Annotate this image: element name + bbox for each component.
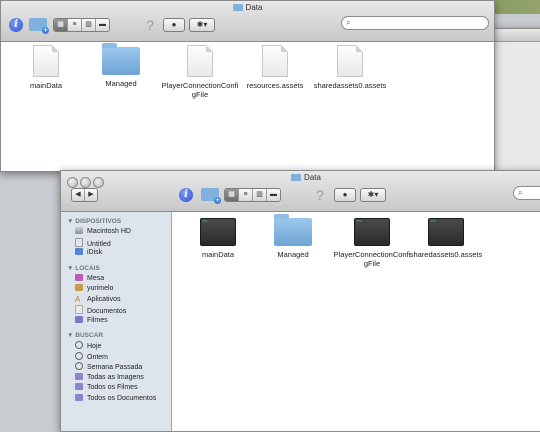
folder-icon: [102, 43, 140, 75]
sidebar-item-hoje[interactable]: Hoje: [75, 341, 171, 352]
sidebar-item-untitled[interactable]: Untitled: [75, 237, 171, 249]
titlebar[interactable]: Data i ▦ ≡ ▥ ▬ ? ● ✱▾ ⌕: [1, 1, 494, 42]
list-view-icon[interactable]: ≡: [239, 188, 253, 201]
documents-icon: [75, 305, 83, 314]
icon-view-icon[interactable]: ▦: [225, 188, 239, 201]
file-item[interactable]: Managed: [84, 43, 158, 88]
file-area[interactable]: mainData Managed PlayerConnectionConfigF…: [1, 42, 494, 171]
action-gear-button[interactable]: ✱▾: [360, 187, 386, 202]
smart-folder-icon: [75, 372, 83, 380]
view-mode-selector[interactable]: ▦ ≡ ▥ ▬: [53, 17, 110, 32]
sidebar-item-aplicativos[interactable]: A Aplicativos: [75, 295, 171, 306]
sidebar-item-mesa[interactable]: Mesa: [75, 273, 171, 285]
document-icon: [337, 45, 363, 77]
sidebar-item-todos-filmes[interactable]: Todos os Filmes: [75, 383, 171, 394]
clock-icon: [75, 351, 83, 360]
info-icon[interactable]: i: [9, 17, 23, 32]
coverflow-view-icon[interactable]: ▬: [267, 188, 280, 201]
disk-icon: [75, 237, 83, 247]
list-view-icon[interactable]: ≡: [68, 18, 82, 31]
file-label: mainData: [29, 81, 63, 90]
desktop-icon: [75, 273, 83, 281]
forward-button[interactable]: ▶: [85, 188, 97, 201]
new-folder-icon[interactable]: [201, 188, 221, 205]
icon-view-icon[interactable]: ▦: [54, 18, 68, 31]
document-icon: [187, 45, 213, 77]
sidebar-item-ontem[interactable]: Ontem: [75, 351, 171, 363]
back-forward-buttons[interactable]: ◀ ▶: [71, 187, 98, 202]
document-icon: [33, 45, 59, 77]
file-label: sharedassets0.assets: [313, 81, 387, 90]
hard-drive-icon: [75, 227, 83, 234]
file-item[interactable]: sharedassets0.assets: [409, 216, 483, 259]
finder-body: ▼ DISPOSITIVOS Macintosh HD Untitled iDi…: [61, 212, 540, 431]
sidebar-item-idisk[interactable]: iDisk: [75, 248, 171, 259]
finder-window-back[interactable]: Data i ▦ ≡ ▥ ▬ ? ● ✱▾ ⌕ mainData Managed: [0, 0, 495, 172]
help-icon[interactable]: ?: [143, 17, 157, 33]
smart-folder-icon: [75, 383, 83, 390]
background-window-edge[interactable]: [494, 28, 540, 180]
file-label: resources.assets: [246, 81, 304, 90]
file-item[interactable]: PlayerConnectionConfigFile: [333, 216, 411, 268]
sidebar: ▼ DISPOSITIVOS Macintosh HD Untitled iDi…: [61, 212, 172, 431]
file-item[interactable]: Managed: [256, 214, 330, 259]
file-label: mainData: [201, 250, 235, 259]
sidebar-item-yurimelo[interactable]: yurimelo: [75, 284, 171, 295]
search-field[interactable]: ⌕: [341, 16, 489, 30]
quicklook-eye-button[interactable]: ●: [163, 17, 185, 32]
movies-icon: [75, 315, 83, 323]
sidebar-item-macintosh-hd[interactable]: Macintosh HD: [75, 227, 171, 238]
sidebar-item-filmes[interactable]: Filmes: [75, 315, 171, 327]
idisk-icon: [75, 248, 83, 255]
folder-icon: [291, 174, 302, 181]
home-icon: [75, 284, 83, 291]
file-item[interactable]: sharedassets0.assets: [313, 45, 387, 90]
sidebar-header-devices[interactable]: ▼ DISPOSITIVOS: [67, 218, 171, 225]
titlebar[interactable]: Data ◀ ▶ i ▦ ≡ ▥ ▬ ? ● ✱▾ ⌕: [61, 171, 540, 212]
file-item[interactable]: mainData: [9, 45, 83, 90]
quicklook-eye-button[interactable]: ●: [334, 187, 356, 202]
folder-icon: [232, 4, 243, 11]
executable-icon: [428, 218, 464, 246]
file-item[interactable]: PlayerConnectionConfigFile: [161, 45, 239, 99]
help-icon[interactable]: ?: [313, 187, 327, 203]
new-folder-icon[interactable]: [29, 18, 49, 35]
sidebar-item-todas-imagens[interactable]: Todas as Imagens: [75, 372, 171, 384]
clock-icon: [75, 362, 83, 370]
sidebar-header-places[interactable]: ▼ LOCAIS: [67, 265, 171, 272]
file-item[interactable]: resources.assets: [238, 45, 312, 90]
coverflow-view-icon[interactable]: ▬: [96, 18, 109, 31]
file-item[interactable]: mainData: [181, 216, 255, 259]
action-gear-button[interactable]: ✱▾: [189, 17, 215, 32]
back-button[interactable]: ◀: [72, 188, 85, 201]
sidebar-item-documentos[interactable]: Documentos: [75, 305, 171, 316]
file-label: Managed: [277, 250, 309, 259]
file-label: sharedassets0.assets: [409, 250, 483, 259]
window-title: Data: [61, 173, 540, 182]
view-mode-selector[interactable]: ▦ ≡ ▥ ▬: [224, 187, 281, 202]
window-title: Data: [1, 3, 494, 12]
file-label: PlayerConnectionConfigFile: [161, 81, 239, 99]
executable-icon: [200, 218, 236, 246]
sidebar-item-semana-passada[interactable]: Semana Passada: [75, 362, 171, 373]
smart-folder-icon: [75, 393, 83, 401]
file-label: Managed: [105, 79, 137, 88]
applications-icon: A: [75, 294, 81, 304]
executable-icon: [354, 218, 390, 246]
file-label: PlayerConnectionConfigFile: [333, 250, 411, 268]
column-view-icon[interactable]: ▥: [253, 188, 267, 201]
sidebar-item-todos-documentos[interactable]: Todos os Documentos: [75, 393, 171, 405]
search-field[interactable]: ⌕: [513, 186, 540, 200]
sidebar-header-search[interactable]: ▼ BUSCAR: [67, 332, 171, 339]
info-icon[interactable]: i: [179, 187, 193, 202]
folder-icon: [274, 214, 312, 246]
document-icon: [262, 45, 288, 77]
finder-window-front[interactable]: Data ◀ ▶ i ▦ ≡ ▥ ▬ ? ● ✱▾ ⌕ ▼ DIS: [60, 170, 540, 432]
column-view-icon[interactable]: ▥: [82, 18, 96, 31]
clock-icon: [75, 341, 83, 349]
